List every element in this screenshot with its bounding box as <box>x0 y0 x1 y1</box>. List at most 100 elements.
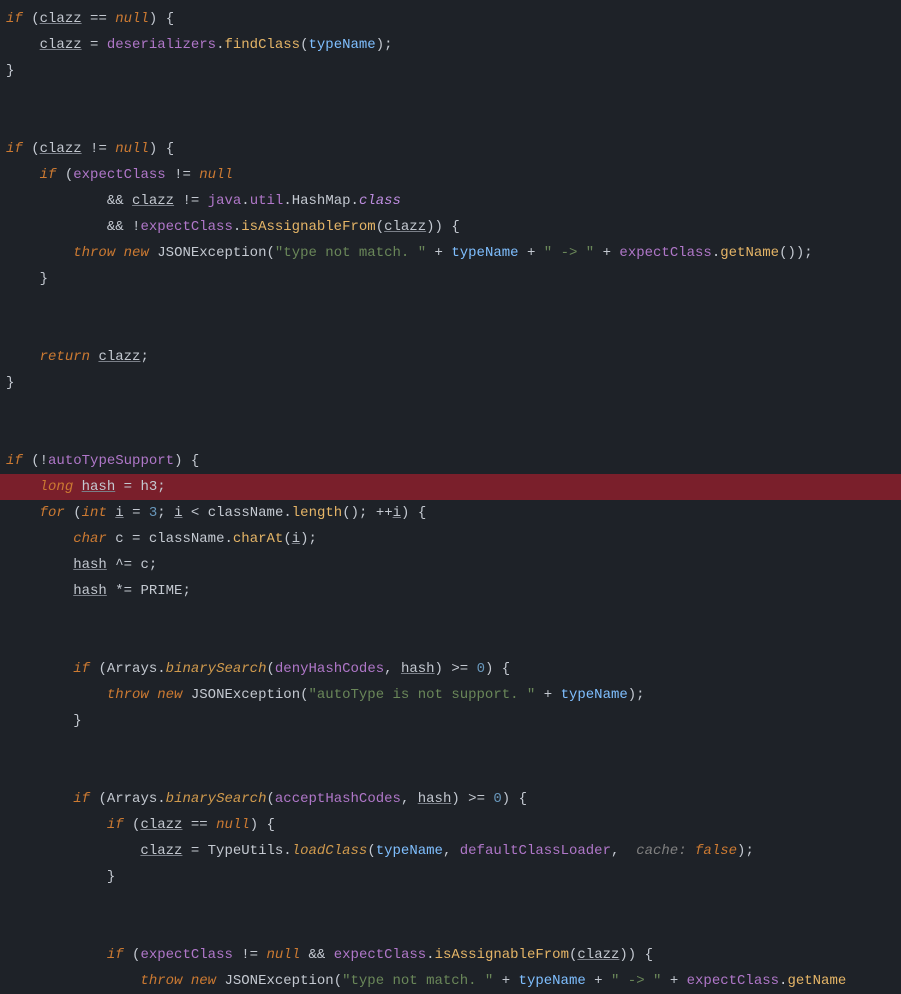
keyword-throw: throw <box>140 973 182 989</box>
keyword-char: char <box>73 531 107 547</box>
keyword-false: false <box>695 843 737 859</box>
keyword-if: if <box>107 947 124 963</box>
keyword-null: null <box>267 947 301 963</box>
var-className: className <box>208 505 284 521</box>
class-Arrays: Arrays <box>107 661 157 677</box>
code-line[interactable]: && clazz != java.util.HashMap.class <box>6 188 895 214</box>
field-denyHashCodes: denyHashCodes <box>275 661 384 677</box>
method-length: length <box>292 505 342 521</box>
code-line[interactable]: } <box>6 58 895 84</box>
code-line[interactable]: hash *= PRIME; <box>6 578 895 604</box>
var-hash: hash <box>82 479 116 495</box>
var-clazz: clazz <box>140 843 182 859</box>
code-line[interactable]: if (!autoTypeSupport) { <box>6 448 895 474</box>
keyword-int: int <box>82 505 107 521</box>
keyword-null: null <box>199 167 233 183</box>
code-line[interactable]: } <box>6 370 895 396</box>
var-i: i <box>115 505 123 521</box>
code-line[interactable]: if (expectClass != null <box>6 162 895 188</box>
field-expectClass: expectClass <box>619 245 711 261</box>
code-line[interactable]: } <box>6 708 895 734</box>
code-line[interactable]: if (expectClass != null && expectClass.i… <box>6 942 895 968</box>
code-line[interactable]: throw new JSONException("type not match.… <box>6 240 895 266</box>
param-typeName: typeName <box>376 843 443 859</box>
method-charAt: charAt <box>233 531 283 547</box>
keyword-if: if <box>6 141 23 157</box>
param-hint-cache: cache: <box>636 843 686 859</box>
code-line[interactable]: char c = className.charAt(i); <box>6 526 895 552</box>
pkg-java: java <box>208 193 242 209</box>
field-defaultClassLoader: defaultClassLoader <box>460 843 611 859</box>
class-Arrays: Arrays <box>107 791 157 807</box>
var-i: i <box>292 531 300 547</box>
keyword-throw: throw <box>73 245 115 261</box>
keyword-new: new <box>191 973 216 989</box>
code-line[interactable]: if (Arrays.binarySearch(denyHashCodes, h… <box>6 656 895 682</box>
code-line[interactable]: if (Arrays.binarySearch(acceptHashCodes,… <box>6 786 895 812</box>
blank-line <box>6 422 895 448</box>
var-c: c <box>115 531 123 547</box>
field-acceptHashCodes: acceptHashCodes <box>275 791 401 807</box>
var-hash: hash <box>401 661 435 677</box>
highlighted-line[interactable]: long hash = h3; <box>0 474 901 500</box>
blank-line <box>6 110 895 136</box>
keyword-for: for <box>40 505 65 521</box>
keyword-if: if <box>40 167 57 183</box>
method-binarySearch: binarySearch <box>166 661 267 677</box>
keyword-if: if <box>107 817 124 833</box>
keyword-null: null <box>115 11 149 27</box>
code-line[interactable]: throw new JSONException("autoType is not… <box>6 682 895 708</box>
field-expectClass: expectClass <box>334 947 426 963</box>
code-line[interactable]: if (clazz == null) { <box>6 812 895 838</box>
keyword-throw: throw <box>107 687 149 703</box>
var-clazz: clazz <box>40 11 82 27</box>
code-line[interactable]: return clazz; <box>6 344 895 370</box>
var-className: className <box>149 531 225 547</box>
code-line[interactable]: } <box>6 864 895 890</box>
code-line[interactable]: for (int i = 3; i < className.length(); … <box>6 500 895 526</box>
code-editor[interactable]: if (clazz == null) { clazz = deserialize… <box>0 0 901 994</box>
var-clazz: clazz <box>40 37 82 53</box>
string-literal: "type not match. " <box>275 245 426 261</box>
const-PRIME: PRIME <box>140 583 182 599</box>
keyword-if: if <box>6 453 23 469</box>
code-line[interactable]: if (clazz == null) { <box>6 6 895 32</box>
code-line[interactable]: hash ^= c; <box>6 552 895 578</box>
method-findClass: findClass <box>224 37 300 53</box>
param-typeName: typeName <box>561 687 628 703</box>
blank-line <box>6 734 895 760</box>
code-line[interactable]: clazz = TypeUtils.loadClass(typeName, de… <box>6 838 895 864</box>
class-TypeUtils: TypeUtils <box>208 843 284 859</box>
field-expectClass: expectClass <box>687 973 779 989</box>
var-clazz: clazz <box>98 349 140 365</box>
keyword-if: if <box>73 661 90 677</box>
blank-line <box>6 318 895 344</box>
code-line[interactable]: clazz = deserializers.findClass(typeName… <box>6 32 895 58</box>
blank-line <box>6 630 895 656</box>
string-literal: " -> " <box>544 245 594 261</box>
keyword-if: if <box>6 11 23 27</box>
code-line[interactable]: } <box>6 266 895 292</box>
var-clazz: clazz <box>132 193 174 209</box>
var-hash: hash <box>73 557 107 573</box>
field-deserializers: deserializers <box>107 37 216 53</box>
code-line[interactable]: if (clazz != null) { <box>6 136 895 162</box>
var-clazz: clazz <box>140 817 182 833</box>
field-autoTypeSupport: autoTypeSupport <box>48 453 174 469</box>
keyword-if: if <box>73 791 90 807</box>
keyword-long: long <box>40 479 74 495</box>
pkg-util: util <box>250 193 284 209</box>
method-loadClass: loadClass <box>292 843 368 859</box>
field-expectClass: expectClass <box>140 219 232 235</box>
param-typeName: typeName <box>309 37 376 53</box>
string-literal: " -> " <box>611 973 661 989</box>
blank-line <box>6 890 895 916</box>
number-literal: 0 <box>477 661 485 677</box>
code-line[interactable]: throw new JSONException("type not match.… <box>6 968 895 994</box>
field-expectClass: expectClass <box>140 947 232 963</box>
blank-line <box>6 916 895 942</box>
code-line[interactable]: && !expectClass.isAssignableFrom(clazz))… <box>6 214 895 240</box>
keyword-return: return <box>40 349 90 365</box>
var-clazz: clazz <box>40 141 82 157</box>
keyword-null: null <box>115 141 149 157</box>
